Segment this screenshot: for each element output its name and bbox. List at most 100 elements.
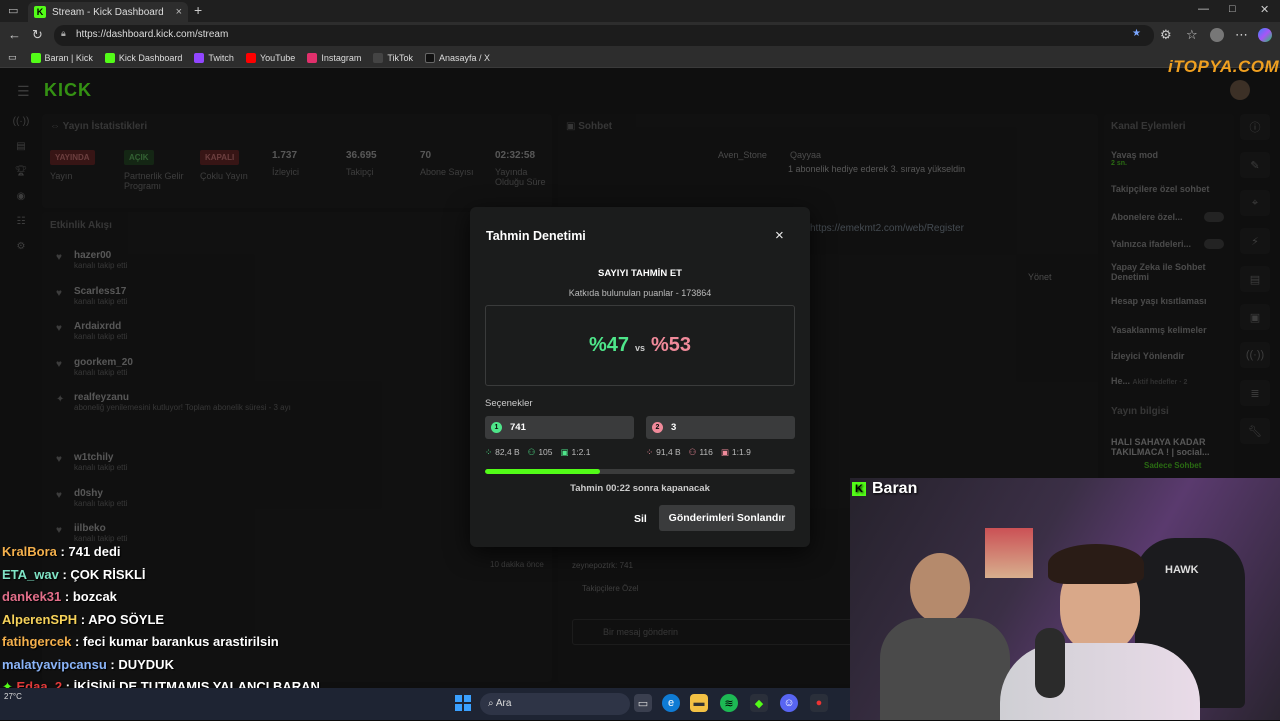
uptime-value: 02:32:58 bbox=[495, 150, 550, 161]
chat-manage-button[interactable]: Yönet bbox=[1028, 272, 1052, 282]
community-icon[interactable]: ☷ bbox=[8, 216, 34, 227]
kick-logo[interactable]: KICK bbox=[44, 80, 92, 101]
emotes-only-item[interactable]: Yalnızca ifadeleri... bbox=[1111, 239, 1191, 249]
bookmark-x[interactable]: Anasayfa / X bbox=[425, 53, 490, 63]
subs-only-item[interactable]: Abonelere özel... bbox=[1111, 212, 1183, 222]
new-tab-button[interactable]: + bbox=[194, 2, 202, 18]
itopya-watermark: iTOPYA.COM bbox=[1168, 57, 1279, 77]
option-1-stats: ⁘82,4 B ⚇105 ▣1:2.1 bbox=[485, 447, 590, 458]
option-2-stats: ⁘91,4 B ⚇116 ▣1:1.9 bbox=[646, 447, 751, 458]
recording-icon[interactable]: ● bbox=[810, 694, 828, 712]
tools-icon[interactable]: 🔧︎ bbox=[1240, 418, 1270, 444]
slow-mode-item[interactable]: Yavaş mod2 sn. bbox=[1111, 150, 1158, 167]
layers-icon[interactable]: ≣ bbox=[1240, 380, 1270, 406]
prediction-modal: Tahmin Denetimi × SAYIYI TAHMİN ET Katkı… bbox=[470, 207, 810, 547]
taskbar-search[interactable]: ⌕ Ara bbox=[480, 693, 630, 715]
delete-button[interactable]: Sil bbox=[628, 508, 653, 530]
option-1-label: 741 bbox=[510, 422, 526, 433]
kick-logo-icon: K bbox=[852, 482, 866, 496]
discord-icon[interactable]: ☺ bbox=[780, 694, 798, 712]
emotes-only-toggle[interactable] bbox=[1204, 239, 1224, 249]
chat-top-user: Aven_Stone bbox=[718, 150, 767, 160]
bookmarks-toggle-icon[interactable]: ▭ bbox=[8, 52, 17, 63]
vs-label: vs bbox=[635, 343, 645, 353]
target-icon[interactable]: ⌖ bbox=[1240, 190, 1270, 216]
stat-label: Yayında Olduğu Süre bbox=[495, 167, 550, 187]
extensions-icon[interactable]: ⚙ bbox=[1160, 27, 1172, 43]
reload-icon[interactable]: ↻ bbox=[32, 27, 43, 43]
close-window-button[interactable]: ✕ bbox=[1260, 3, 1269, 16]
copilot-icon[interactable] bbox=[1258, 28, 1272, 42]
bookmark-tiktok[interactable]: TikTok bbox=[373, 53, 413, 63]
chat-top-user-2: Qayyaa bbox=[790, 150, 821, 160]
browser-tab[interactable]: K Stream - Kick Dashboard × bbox=[28, 2, 188, 22]
person-left-body bbox=[880, 618, 1010, 720]
partner-badge: AÇIK bbox=[124, 150, 154, 165]
profile-avatar[interactable] bbox=[1210, 28, 1224, 42]
chat-pinned-link[interactable]: https://emekmt2.com/web/Register bbox=[810, 223, 964, 234]
bookmark-baran-kick[interactable]: Baran | Kick bbox=[31, 53, 93, 63]
edge-icon[interactable]: e bbox=[662, 694, 680, 712]
minimize-button[interactable]: — bbox=[1198, 3, 1209, 15]
option-1-number: 1 bbox=[491, 422, 502, 433]
bookmark-twitch[interactable]: Twitch bbox=[194, 53, 234, 63]
chair-brand: HAWK bbox=[1165, 564, 1199, 576]
person-left-head bbox=[910, 553, 970, 623]
app-icon[interactable]: ◆ bbox=[750, 694, 768, 712]
stat-label: Abone Sayısı bbox=[420, 167, 490, 177]
goals-item[interactable]: He... Aktif hedefler · 2 bbox=[1111, 376, 1187, 386]
bookmark-instagram[interactable]: Instagram bbox=[307, 53, 361, 63]
contributed-points: Katkıda bulunulan puanlar - 173864 bbox=[470, 288, 810, 298]
ai-moderation-item[interactable]: Yapay Zeka ile Sohbet Denetimi bbox=[1111, 262, 1211, 282]
stream-icon[interactable]: ((·)) bbox=[8, 116, 34, 127]
stat-label: Çoklu Yayın bbox=[200, 171, 270, 181]
favorites-icon[interactable]: ☆ bbox=[1186, 27, 1198, 43]
option-1[interactable]: 1 741 bbox=[485, 416, 634, 439]
channel-actions-title: Kanal Eylemleri bbox=[1111, 121, 1185, 132]
left-nav: ((·)) ▤ 🏆︎ ◉ ☷ ⚙ bbox=[8, 116, 34, 266]
list-icon[interactable]: ▤ bbox=[1240, 266, 1270, 292]
account-age-item[interactable]: Hesap yaşı kısıtlaması bbox=[1111, 296, 1207, 306]
browser-tab-bar bbox=[0, 0, 1280, 22]
activity-item: ♥d0shykanalı takip etti bbox=[56, 488, 127, 508]
user-avatar[interactable] bbox=[1230, 80, 1250, 100]
windows-start-icon[interactable] bbox=[455, 695, 471, 711]
url-field[interactable]: 🔒︎ https://dashboard.kick.com/stream ★ bbox=[54, 25, 1154, 46]
trophy-icon[interactable]: 🏆︎ bbox=[8, 166, 34, 177]
activity-item: ♥Ardaixrddkanalı takip etti bbox=[56, 321, 127, 341]
option-2-number: 2 bbox=[652, 422, 663, 433]
hamburger-menu-icon[interactable]: ☰ bbox=[17, 83, 30, 100]
maximize-button[interactable]: □ bbox=[1229, 3, 1236, 15]
back-arrow-icon[interactable]: ← bbox=[8, 27, 21, 42]
end-submissions-button[interactable]: Gönderimleri Sonlandır bbox=[659, 505, 795, 531]
tab-close-icon[interactable]: × bbox=[176, 6, 182, 18]
subs-only-toggle[interactable] bbox=[1204, 212, 1224, 222]
host-item[interactable]: İzleyici Yönlendir bbox=[1111, 351, 1184, 361]
followers-only-item[interactable]: Takipçilere özel sohbet bbox=[1111, 184, 1209, 194]
stat-label: Takipçi bbox=[346, 167, 416, 177]
microphone bbox=[1035, 628, 1065, 698]
bolt-icon[interactable]: ⚡︎ bbox=[1240, 228, 1270, 254]
info-icon[interactable]: ⓘ bbox=[1240, 114, 1270, 140]
library-icon[interactable]: ▤ bbox=[8, 141, 34, 152]
bookmark-kick-dashboard[interactable]: Kick Dashboard bbox=[105, 53, 183, 63]
window-menu-icon[interactable]: ▭ bbox=[8, 4, 18, 17]
weather-widget[interactable]: 27°C bbox=[4, 692, 22, 701]
file-explorer-icon[interactable]: ▬ bbox=[690, 694, 708, 712]
activity-item: ♥w1tchilykanalı takip etti bbox=[56, 452, 127, 472]
option-2[interactable]: 2 3 bbox=[646, 416, 795, 439]
banned-words-item[interactable]: Yasaklanmış kelimeler bbox=[1111, 325, 1207, 335]
person-right-body bbox=[1000, 643, 1200, 720]
bookmark-youtube[interactable]: YouTube bbox=[246, 53, 295, 63]
chat-icon[interactable]: ▣ bbox=[1240, 304, 1270, 330]
moderation-icon[interactable]: ◉ bbox=[8, 191, 34, 202]
close-icon[interactable]: × bbox=[775, 227, 784, 244]
broadcast-icon[interactable]: ((·)) bbox=[1240, 342, 1270, 368]
more-menu-icon[interactable]: ⋯ bbox=[1235, 27, 1248, 43]
task-view-icon[interactable]: ▭ bbox=[634, 694, 652, 712]
spotify-icon[interactable]: ≋ bbox=[720, 694, 738, 712]
edit-icon[interactable]: ✎ bbox=[1240, 152, 1270, 178]
settings-icon[interactable]: ⚙ bbox=[8, 241, 34, 252]
live-badge: YAYINDA bbox=[50, 150, 95, 165]
favorite-star-icon[interactable]: ★ bbox=[1132, 28, 1141, 39]
